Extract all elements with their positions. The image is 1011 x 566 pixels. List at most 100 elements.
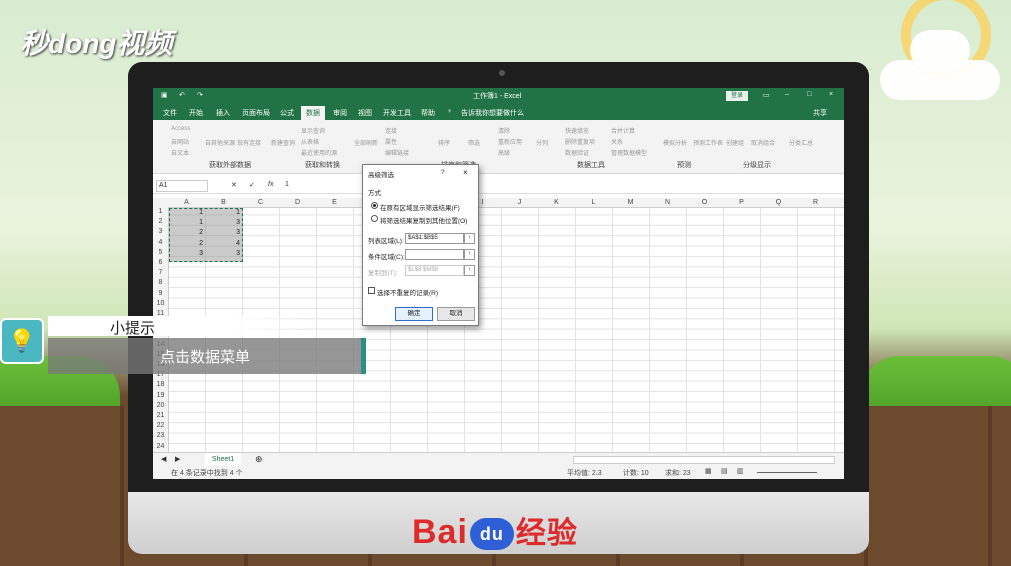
collapse-icon[interactable]: ↑ (464, 265, 475, 276)
page-break-icon[interactable]: ▥ (737, 467, 744, 475)
zoom-slider[interactable] (757, 472, 817, 473)
row-header[interactable]: 4 (153, 239, 168, 246)
page-layout-icon[interactable]: ▤ (721, 467, 728, 475)
enter-icon[interactable]: ✓ (249, 181, 255, 189)
ribbon-item[interactable]: 关系 (611, 137, 623, 146)
ribbon-item[interactable]: 属性 (385, 137, 397, 146)
ribbon-item[interactable]: 新建查询 (271, 138, 295, 147)
ribbon-item[interactable]: 最近使用的源 (301, 148, 337, 157)
tab-help[interactable]: 帮助 (421, 108, 435, 118)
cell-value[interactable]: 1 (171, 209, 203, 216)
column-header[interactable]: L (575, 199, 612, 206)
tab-view[interactable]: 视图 (358, 108, 372, 118)
ribbon-item[interactable]: 现有连接 (237, 138, 261, 147)
save-icon[interactable]: ▣ (161, 91, 168, 99)
ribbon-item[interactable]: 快速填充 (565, 126, 589, 135)
login-button[interactable]: 登录 (726, 91, 749, 101)
radio-filter-in-place[interactable] (371, 202, 378, 209)
ribbon-item[interactable]: 删除重复项 (565, 137, 595, 146)
column-header[interactable]: C (242, 199, 279, 206)
ribbon-item[interactable]: 连接 (385, 126, 397, 135)
normal-view-icon[interactable]: ▦ (705, 467, 712, 475)
redo-icon[interactable]: ↷ (197, 91, 203, 99)
tab-formulas[interactable]: 公式 (280, 108, 294, 118)
cancel-button[interactable]: 取消 (437, 307, 475, 321)
row-header[interactable]: 7 (153, 269, 168, 276)
row-header[interactable]: 21 (153, 412, 168, 419)
cell-value[interactable]: 3 (171, 250, 203, 257)
ribbon-item[interactable]: 全部刷新 (354, 138, 378, 147)
collapse-icon[interactable]: ↑ (464, 249, 475, 260)
name-box[interactable]: A1 (156, 180, 208, 192)
formula-input[interactable]: 1 (285, 181, 289, 188)
row-header[interactable]: 5 (153, 249, 168, 256)
row-header[interactable]: 19 (153, 392, 168, 399)
column-header[interactable]: O (686, 199, 723, 206)
cell-value[interactable]: 3 (208, 219, 240, 226)
column-header[interactable]: P (723, 199, 760, 206)
ribbon-item[interactable]: 重新应用 (498, 137, 522, 146)
function-icon[interactable]: fx (268, 181, 273, 188)
list-range-input[interactable]: $A$1:$B$5 (405, 233, 464, 244)
add-sheet-icon[interactable]: ⊕ (255, 454, 263, 465)
help-icon[interactable]: ? (441, 169, 445, 176)
row-header[interactable]: 10 (153, 300, 168, 307)
maximize-icon[interactable]: □ (807, 91, 811, 98)
row-header[interactable]: 20 (153, 402, 168, 409)
ribbon-item[interactable]: 管理数据模型 (611, 148, 647, 157)
ribbon-item[interactable]: 从表格 (301, 137, 319, 146)
cell-value[interactable]: 3 (208, 229, 240, 236)
horizontal-scrollbar[interactable] (573, 456, 835, 464)
minimize-icon[interactable]: – (785, 91, 789, 98)
ribbon-options-icon[interactable]: ▭ (763, 91, 770, 99)
tab-page-layout[interactable]: 页面布局 (242, 108, 270, 118)
cell-value[interactable]: 2 (171, 229, 203, 236)
column-header[interactable]: D (279, 199, 316, 206)
row-header[interactable]: 2 (153, 218, 168, 225)
cell-value[interactable]: 2 (171, 240, 203, 247)
unique-records-checkbox[interactable] (368, 287, 375, 294)
cell-value[interactable]: 1 (208, 209, 240, 216)
next-sheet-icon[interactable]: ▶ (175, 455, 180, 463)
column-header[interactable]: Q (760, 199, 797, 206)
ribbon-item[interactable]: 自其他来源 (205, 138, 235, 147)
ribbon-item[interactable]: 清除 (498, 126, 510, 135)
row-header[interactable]: 18 (153, 381, 168, 388)
cell-value[interactable]: 4 (208, 240, 240, 247)
ribbon-item[interactable]: 模拟分析 (663, 138, 687, 147)
tab-developer[interactable]: 开发工具 (383, 108, 411, 118)
tab-home[interactable]: 开始 (189, 108, 203, 118)
ribbon-item[interactable]: Access (171, 126, 190, 132)
ribbon-item[interactable]: 排序 (438, 138, 450, 147)
column-header[interactable]: J (501, 199, 538, 206)
column-header[interactable]: R (797, 199, 834, 206)
radio-copy-to[interactable] (371, 215, 378, 222)
tell-me-box[interactable]: 告诉我你想要做什么 (461, 108, 524, 118)
ribbon-item[interactable]: 筛选 (468, 138, 480, 147)
column-header[interactable]: K (538, 199, 575, 206)
ribbon-item[interactable]: 分类汇总 (789, 138, 813, 147)
ok-button[interactable]: 确定 (395, 307, 433, 321)
ribbon-item[interactable]: 自文本 (171, 148, 189, 157)
copy-to-input[interactable]: $L$8:$M$8 (405, 265, 464, 276)
ribbon-item[interactable]: 预测工作表 (693, 138, 723, 147)
ribbon-item[interactable]: 编辑链接 (385, 148, 409, 157)
ribbon-item[interactable]: 合并计算 (611, 126, 635, 135)
tab-file[interactable]: 文件 (163, 108, 177, 118)
ribbon-item[interactable]: 高级 (498, 148, 510, 157)
undo-icon[interactable]: ↶ (179, 91, 185, 99)
ribbon-item[interactable]: 显示查询 (301, 126, 325, 135)
collapse-icon[interactable]: ↑ (464, 233, 475, 244)
row-header[interactable]: 8 (153, 279, 168, 286)
column-header[interactable]: M (612, 199, 649, 206)
prev-sheet-icon[interactable]: ◀ (161, 455, 166, 463)
row-header[interactable]: 1 (153, 208, 168, 215)
tab-data[interactable]: 数据 (301, 106, 325, 120)
cancel-icon[interactable]: ✕ (231, 181, 237, 189)
tab-review[interactable]: 审阅 (333, 108, 347, 118)
column-header[interactable]: A (168, 199, 205, 206)
row-header[interactable]: 3 (153, 228, 168, 235)
ribbon-item[interactable]: 取消组合 (751, 138, 775, 147)
row-header[interactable]: 6 (153, 259, 168, 266)
column-header[interactable]: N (649, 199, 686, 206)
